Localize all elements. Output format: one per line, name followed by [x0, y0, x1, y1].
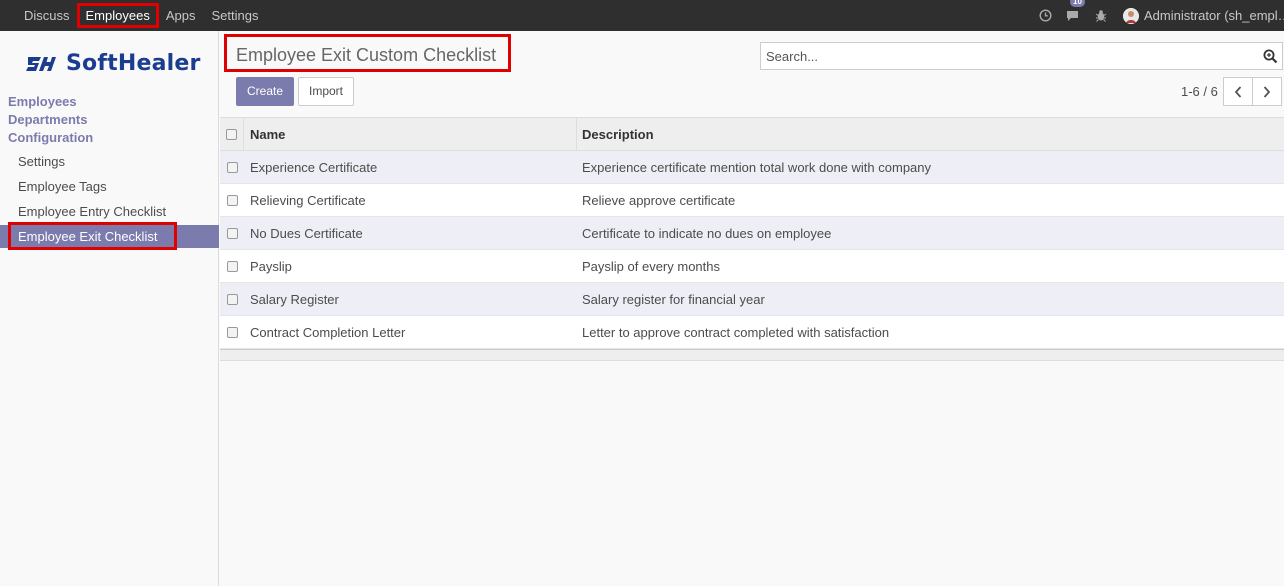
row-select-cell	[220, 283, 244, 315]
row-checkbox[interactable]	[226, 227, 238, 239]
row-name: Salary Register	[250, 291, 339, 307]
table-header: Name Description	[220, 118, 1284, 151]
search-input[interactable]	[761, 43, 1251, 69]
row-name: Payslip	[250, 258, 292, 274]
column-header-description[interactable]: Description	[577, 118, 1284, 150]
menu-employee-tags[interactable]: Employee Tags	[18, 179, 107, 194]
table-row[interactable]: Contract Completion Letter Letter to app…	[220, 316, 1284, 349]
row-name: Contract Completion Letter	[250, 324, 406, 340]
menu-settings[interactable]: Settings	[18, 154, 65, 169]
top-navbar: Discuss Employees Apps Settings 10 Admin…	[0, 0, 1284, 31]
row-checkbox[interactable]	[226, 293, 238, 305]
pager-value[interactable]: 1-6 / 6	[1181, 84, 1218, 99]
nav-discuss[interactable]: Discuss	[16, 0, 78, 31]
table-row[interactable]: Payslip Payslip of every months	[220, 250, 1284, 283]
column-header-name[interactable]: Name	[245, 118, 577, 150]
main-menu: Discuss Employees Apps Settings	[16, 0, 266, 31]
nav-settings[interactable]: Settings	[203, 0, 266, 31]
messages-badge: 10	[1070, 0, 1085, 7]
row-description: Letter to approve contract completed wit…	[582, 324, 890, 340]
menu-employee-entry-checklist[interactable]: Employee Entry Checklist	[18, 204, 166, 219]
row-description: Payslip of every months	[582, 258, 721, 274]
breadcrumb: Employee Exit Custom Checklist	[224, 34, 511, 72]
table-row[interactable]: Experience Certificate Experience certif…	[220, 151, 1284, 184]
search-icon[interactable]	[1263, 49, 1278, 67]
row-select-cell	[220, 217, 244, 249]
row-select-cell	[220, 316, 244, 348]
row-select-cell	[220, 184, 244, 216]
debug-bug-icon[interactable]	[1090, 0, 1112, 31]
chevron-left-icon	[1234, 85, 1242, 98]
menu-departments[interactable]: Departments	[8, 112, 87, 127]
user-menu[interactable]: Administrator (sh_empl…	[1144, 8, 1284, 23]
softhealer-logo: SoftHealer	[26, 50, 201, 76]
nav-apps[interactable]: Apps	[158, 0, 204, 31]
sidebar: SoftHealer Employees Departments Configu…	[0, 31, 219, 586]
row-description: Relieve approve certificate	[582, 192, 736, 208]
logo-text: SoftHealer	[66, 50, 201, 76]
menu-employees[interactable]: Employees	[8, 94, 77, 109]
row-name: Experience Certificate	[250, 159, 378, 175]
messages-icon[interactable]: 10	[1062, 0, 1085, 31]
row-checkbox[interactable]	[226, 260, 238, 272]
row-description: Experience certificate mention total wor…	[582, 159, 932, 175]
row-select-cell	[220, 151, 244, 183]
menu-configuration[interactable]: Configuration	[8, 130, 93, 145]
row-checkbox[interactable]	[226, 194, 238, 206]
row-checkbox[interactable]	[226, 326, 238, 338]
row-select-cell	[220, 250, 244, 282]
menu-employee-exit-checklist-label: Employee Exit Checklist	[18, 229, 158, 244]
select-all-checkbox[interactable]	[226, 128, 237, 140]
pager-next-button[interactable]	[1252, 77, 1282, 106]
menu-employee-exit-checklist[interactable]: Employee Exit Checklist	[0, 222, 219, 250]
row-description: Salary register for financial year	[582, 291, 765, 307]
table-row[interactable]: No Dues Certificate Certificate to indic…	[220, 217, 1284, 250]
row-name: No Dues Certificate	[250, 225, 363, 241]
row-name: Relieving Certificate	[250, 192, 366, 208]
row-description: Certificate to indicate no dues on emplo…	[582, 225, 832, 241]
activity-clock-icon[interactable]	[1034, 0, 1056, 31]
systray: 10 Administrator (sh_empl…	[1031, 0, 1284, 31]
create-button[interactable]: Create	[236, 77, 294, 106]
table-row[interactable]: Relieving Certificate Relieve approve ce…	[220, 184, 1284, 217]
import-button[interactable]: Import	[298, 77, 354, 106]
search-box	[760, 42, 1283, 70]
chevron-right-icon	[1263, 85, 1271, 98]
row-checkbox[interactable]	[226, 161, 238, 173]
table-row[interactable]: Salary Register Salary register for fina…	[220, 283, 1284, 316]
select-all-cell	[220, 118, 244, 150]
page-title: Employee Exit Custom Checklist	[236, 45, 497, 65]
user-avatar[interactable]	[1123, 7, 1139, 24]
nav-employees[interactable]: Employees	[76, 0, 160, 31]
softhealer-mark-icon	[26, 57, 56, 71]
checklist-table: Name Description Experience Certificate …	[220, 117, 1284, 361]
pager-previous-button[interactable]	[1223, 77, 1253, 106]
table-footer	[220, 349, 1284, 361]
